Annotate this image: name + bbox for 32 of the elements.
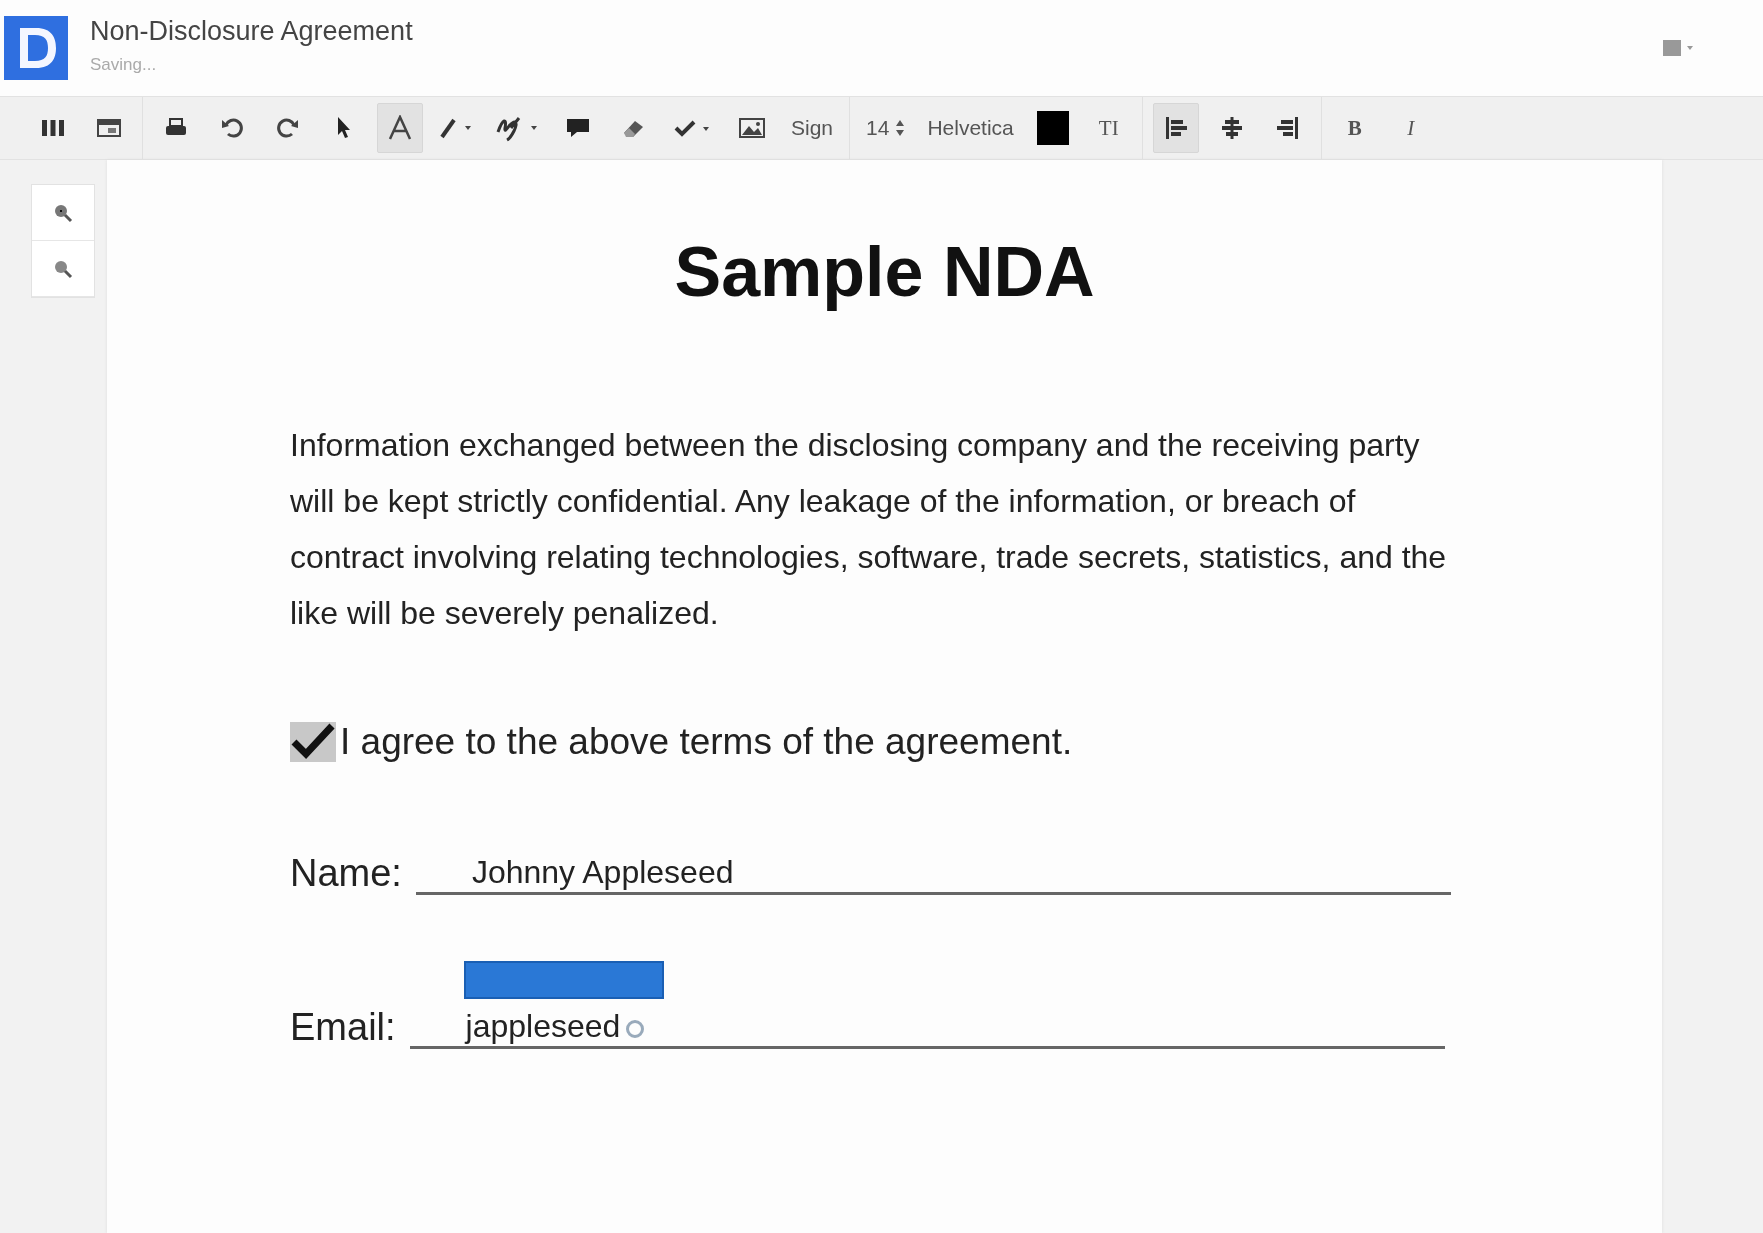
bold-button[interactable]: B <box>1331 103 1378 153</box>
document-title: Non-Disclosure Agreement <box>90 15 413 47</box>
comment-icon <box>565 117 591 139</box>
field-label: Name: <box>290 852 402 895</box>
agreement-paragraph: Information exchanged between the disclosing company and the receiving party will be kept strictly confidential. Any leakage of the information, or breach of contract involving relating technologies, software, trade secrets, statistics, and the like will be severely penalized. <box>290 426 1448 633</box>
image-icon <box>738 117 766 139</box>
document-heading: Sample NDA <box>673 232 1096 312</box>
agree-checkbox[interactable] <box>290 722 336 762</box>
cursor-handle-icon <box>626 1020 645 1038</box>
text-tool-button[interactable] <box>377 103 423 153</box>
stepper-arrows-icon <box>895 118 906 138</box>
text-field[interactable]: jappleseed <box>409 1005 1445 1049</box>
agree-label: I agree to the above terms of the agreement. <box>340 721 1073 763</box>
text-field[interactable]: Johnny Appleseed <box>415 851 1451 895</box>
toolbar-button[interactable]: Helvetica <box>921 103 1020 153</box>
pen-icon <box>439 116 473 140</box>
toolbar-button[interactable]: Sign <box>785 103 840 153</box>
table-icon <box>96 117 122 139</box>
font-size-stepper[interactable]: 14 <box>860 103 912 153</box>
field-label: Email: <box>290 1006 396 1049</box>
italic-button[interactable]: I <box>1387 103 1434 153</box>
align-right-icon <box>1274 115 1301 141</box>
redo-icon <box>276 117 300 139</box>
align-left-button[interactable] <box>1152 103 1199 153</box>
text-size-button[interactable]: TI <box>1085 103 1132 153</box>
save-status: Saving... <box>90 54 158 75</box>
text-tool-icon <box>387 115 413 141</box>
checkmark-icon <box>290 722 336 762</box>
undo-icon <box>220 117 244 139</box>
pointer-icon <box>335 116 353 140</box>
columns-icon <box>41 117 65 139</box>
signature-icon <box>495 114 539 142</box>
